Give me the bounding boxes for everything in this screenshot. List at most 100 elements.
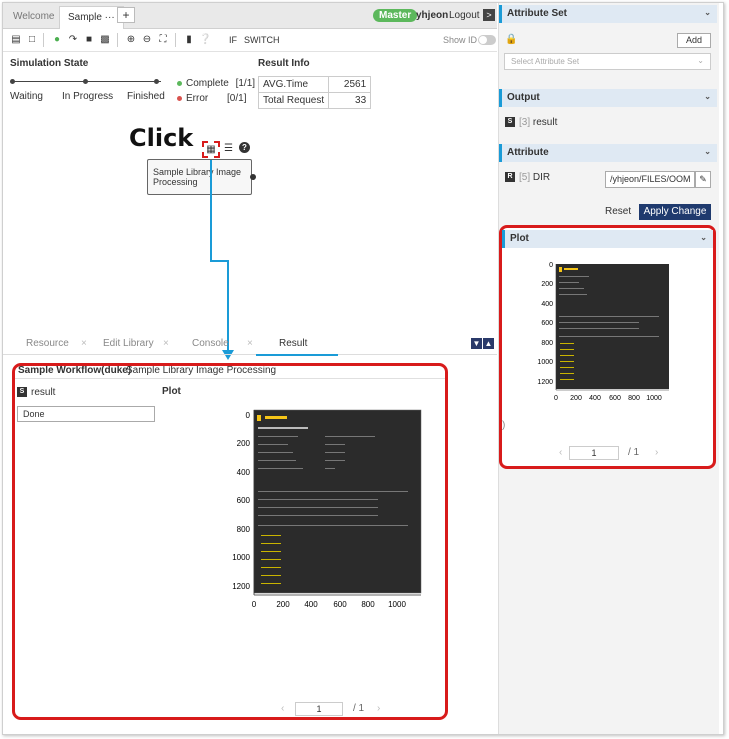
state-label-progress: In Progress <box>62 91 114 102</box>
state-dot-waiting <box>10 79 15 84</box>
state-dot-progress <box>83 79 88 84</box>
switch-button[interactable]: SWITCH <box>244 35 280 45</box>
fit-screen-icon[interactable]: ⛶ <box>157 34 169 46</box>
toolbar-divider <box>175 33 176 47</box>
table-view-icon[interactable]: ▦ <box>202 141 220 158</box>
collapse-down-icon[interactable]: ▼ <box>471 338 482 349</box>
x-tick-label: 0 <box>554 395 558 402</box>
apply-change-button[interactable]: Apply Change <box>639 204 711 220</box>
output-index: [3] <box>519 117 531 128</box>
next-page-icon[interactable]: › <box>655 447 658 458</box>
edit-icon[interactable]: ✎ <box>695 171 711 188</box>
table-row: Total Request 33 <box>257 92 372 109</box>
plot-panel: Plot ⌄ 0 200 400 600 800 1000 1200 0 200… <box>499 225 716 469</box>
lock-icon: 🔒 <box>505 34 518 45</box>
x-tick-label: 800 <box>628 395 640 402</box>
prev-page-icon[interactable]: ‹ <box>559 447 562 458</box>
y-tick-label: 600 <box>541 320 553 327</box>
complete-value: [1/1] <box>235 78 256 89</box>
new-file-icon[interactable]: □ <box>26 34 38 46</box>
y-tick-label: 1200 <box>537 379 553 386</box>
close-icon[interactable]: × <box>247 338 253 349</box>
result-highlight-box <box>12 363 448 720</box>
error-dot-icon <box>177 95 182 101</box>
complete-dot-icon <box>177 80 182 86</box>
terminal-icon[interactable]: ▩ <box>99 34 111 46</box>
add-button[interactable]: Add <box>677 33 711 48</box>
total-request-label: Total Request <box>257 92 330 109</box>
attribute-name: DIR <box>532 172 551 183</box>
attribute-index: [5] <box>519 172 531 183</box>
master-badge: Master <box>373 9 418 22</box>
avg-time-value: 2561 <box>328 76 372 93</box>
result-info-title: Result Info <box>258 58 310 69</box>
complete-label: Complete <box>186 78 229 89</box>
show-id-toggle[interactable] <box>478 35 496 45</box>
annotation-arrow <box>210 160 234 360</box>
complete-legend: Complete [1/1] <box>177 78 255 89</box>
x-tick-label: 200 <box>570 395 582 402</box>
stop-icon[interactable]: ■ <box>83 34 95 46</box>
plot-panel-title: Plot <box>510 233 529 244</box>
simulation-state-title: Simulation State <box>10 58 89 69</box>
page-input[interactable]: 1 <box>569 446 619 460</box>
tab-console[interactable]: Console <box>192 338 229 349</box>
list-view-icon[interactable]: ☰ <box>224 143 233 154</box>
toolbar-divider <box>43 33 44 47</box>
expand-up-icon[interactable]: ▲ <box>483 338 494 349</box>
total-request-value: 33 <box>328 92 372 109</box>
output-header[interactable]: Output ⌄ <box>499 89 717 107</box>
tab-bar: Welcome Sample ··· + Master yhjeon Logou… <box>3 3 497 29</box>
attribute-set-header[interactable]: Attribute Set ⌄ <box>499 5 717 23</box>
tab-sample[interactable]: Sample ··· <box>59 6 124 29</box>
tab-resource[interactable]: Resource <box>26 338 69 349</box>
logo-image <box>559 267 562 272</box>
chevron-down-icon: ⌄ <box>704 8 711 17</box>
attribute-title: Attribute <box>507 147 549 158</box>
tab-result[interactable]: Result <box>279 338 307 349</box>
toolbar: ▤ □ ● ↷ ■ ▩ ⊕ ⊖ ⛶ ▮ ❔ IF SWITCH Show ID <box>3 30 497 52</box>
if-button[interactable]: IF <box>229 35 237 45</box>
step-icon[interactable]: ↷ <box>67 34 79 46</box>
save-icon[interactable]: ▤ <box>10 34 22 46</box>
chevron-down-icon: ⌄ <box>697 56 704 65</box>
run-icon[interactable]: ● <box>51 34 63 46</box>
attribute-header[interactable]: Attribute ⌄ <box>499 144 717 162</box>
result-info-table: AVG.Time 2561 Total Request 33 <box>257 76 372 109</box>
resource-badge: R <box>505 172 515 183</box>
zoom-in-icon[interactable]: ⊕ <box>125 34 137 46</box>
y-tick-label: 1000 <box>537 359 553 366</box>
zoom-out-icon[interactable]: ⊖ <box>141 34 153 46</box>
attribute-set-title: Attribute Set <box>507 8 567 19</box>
plot-header[interactable]: Plot ⌄ <box>502 230 713 248</box>
tab-edit-library[interactable]: Edit Library <box>103 338 154 349</box>
logout-link[interactable]: Logout <box>449 10 480 21</box>
close-icon[interactable]: × <box>81 338 87 349</box>
active-tab-indicator <box>256 354 338 356</box>
paren-text: ) <box>502 420 506 431</box>
output-row: S [3] result <box>505 117 557 128</box>
state-label-finished: Finished <box>127 91 165 102</box>
note-icon[interactable]: ▮ <box>183 34 195 46</box>
dir-input[interactable]: /yhjeon/FILES/OOM <box>605 171 695 188</box>
select-placeholder: Select Attribute Set <box>511 57 580 66</box>
y-tick-label: 200 <box>541 281 553 288</box>
node-output-port[interactable] <box>250 174 256 180</box>
output-title: Output <box>507 92 540 103</box>
y-tick-label: 800 <box>541 340 553 347</box>
chevron-down-icon: ⌄ <box>704 92 711 101</box>
add-tab-button[interactable]: + <box>117 7 135 23</box>
x-tick-label: 600 <box>609 395 621 402</box>
y-tick-label: 400 <box>541 301 553 308</box>
node-help-icon[interactable]: ? <box>239 142 250 153</box>
close-icon[interactable]: × <box>163 338 169 349</box>
help-icon[interactable]: ❔ <box>199 34 211 46</box>
exit-icon[interactable]: > <box>483 9 495 21</box>
toolbar-divider <box>117 33 118 47</box>
reset-button[interactable]: Reset <box>605 206 631 217</box>
attribute-set-select[interactable]: Select Attribute Set ⌄ <box>504 53 711 70</box>
tab-welcome[interactable]: Welcome <box>5 6 63 29</box>
state-dot-finished <box>154 79 159 84</box>
page-total: / 1 <box>628 447 640 458</box>
chevron-down-icon: ⌄ <box>704 147 711 156</box>
